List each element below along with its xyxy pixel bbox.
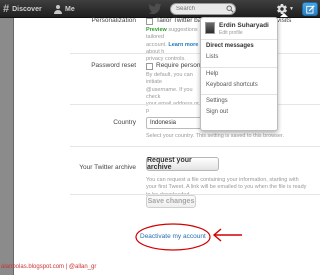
archive-help-line2: your first Tweet. A link will be emailed… bbox=[146, 184, 307, 191]
menu-item-lists[interactable]: Lists bbox=[206, 54, 218, 60]
menu-item-settings[interactable]: Settings bbox=[206, 98, 228, 104]
password-reset-help-line2: @username. If you check bbox=[146, 86, 193, 100]
password-reset-checkbox[interactable] bbox=[146, 63, 153, 70]
nav-me[interactable]: Me bbox=[54, 0, 75, 18]
archive-help-line1: You can request a file containing your i… bbox=[146, 177, 299, 183]
password-reset-help: By default, you can initiate @username. … bbox=[146, 72, 202, 116]
country-value: Indonesia bbox=[150, 120, 177, 126]
watermark: alanbolas.blogspot.com | @allan_gr bbox=[1, 264, 97, 270]
menu-item-direct-messages[interactable]: Direct messages bbox=[206, 43, 254, 49]
personalization-help: Preview suggestions tailored account. Le… bbox=[146, 27, 202, 63]
nav-discover-label: Discover bbox=[12, 5, 42, 13]
menu-separator bbox=[201, 67, 277, 68]
divider bbox=[70, 146, 320, 147]
menu-edit-profile[interactable]: Edit profile bbox=[219, 30, 243, 36]
avatar[interactable] bbox=[205, 22, 215, 34]
country-help: Select your country. This setting is sav… bbox=[146, 133, 284, 139]
compose-tweet-button[interactable] bbox=[302, 2, 318, 16]
request-archive-button[interactable]: Request your archive bbox=[146, 157, 219, 171]
twitter-bird-icon[interactable] bbox=[148, 3, 162, 15]
personalization-label: Personalization bbox=[91, 17, 136, 24]
menu-caret bbox=[280, 13, 288, 17]
password-reset-help-line1: By default, you can initiate bbox=[146, 72, 193, 86]
top-navigation-bar: # Discover Me ▼ bbox=[0, 0, 320, 18]
menu-separator bbox=[201, 39, 277, 40]
menu-item-help[interactable]: Help bbox=[206, 71, 218, 77]
arrow-left-icon bbox=[212, 228, 242, 242]
compose-icon bbox=[305, 4, 315, 14]
search-icon[interactable] bbox=[226, 5, 234, 13]
divider bbox=[70, 53, 320, 54]
country-label: Country bbox=[113, 119, 136, 126]
menu-user-name[interactable]: Erdin Suharyadi bbox=[219, 22, 269, 29]
preview-label: Preview bbox=[146, 27, 167, 33]
archive-label: Your Twitter archive bbox=[79, 164, 136, 171]
divider bbox=[70, 104, 320, 105]
learn-more-link[interactable]: Learn more bbox=[168, 42, 198, 48]
menu-item-keyboard-shortcuts[interactable]: Keyboard shortcuts bbox=[206, 82, 258, 88]
account-dropdown-menu: Erdin Suharyadi Edit profile Direct mess… bbox=[200, 17, 278, 131]
personalization-checkbox[interactable] bbox=[146, 18, 153, 25]
personalization-help-line2-prefix: account. bbox=[146, 41, 169, 48]
password-reset-label: Password reset bbox=[91, 62, 136, 69]
menu-separator bbox=[201, 94, 277, 95]
nav-me-label: Me bbox=[65, 5, 75, 13]
deactivate-account-link[interactable]: Deactivate my account bbox=[140, 233, 206, 240]
chevron-down-icon: ▼ bbox=[289, 6, 294, 12]
left-margin-column bbox=[0, 18, 14, 275]
nav-discover[interactable]: # Discover bbox=[3, 0, 42, 18]
person-icon bbox=[54, 4, 62, 14]
hashtag-icon: # bbox=[3, 3, 10, 15]
save-changes-button[interactable]: Save changes bbox=[146, 195, 196, 208]
menu-item-sign-out[interactable]: Sign out bbox=[206, 109, 228, 115]
